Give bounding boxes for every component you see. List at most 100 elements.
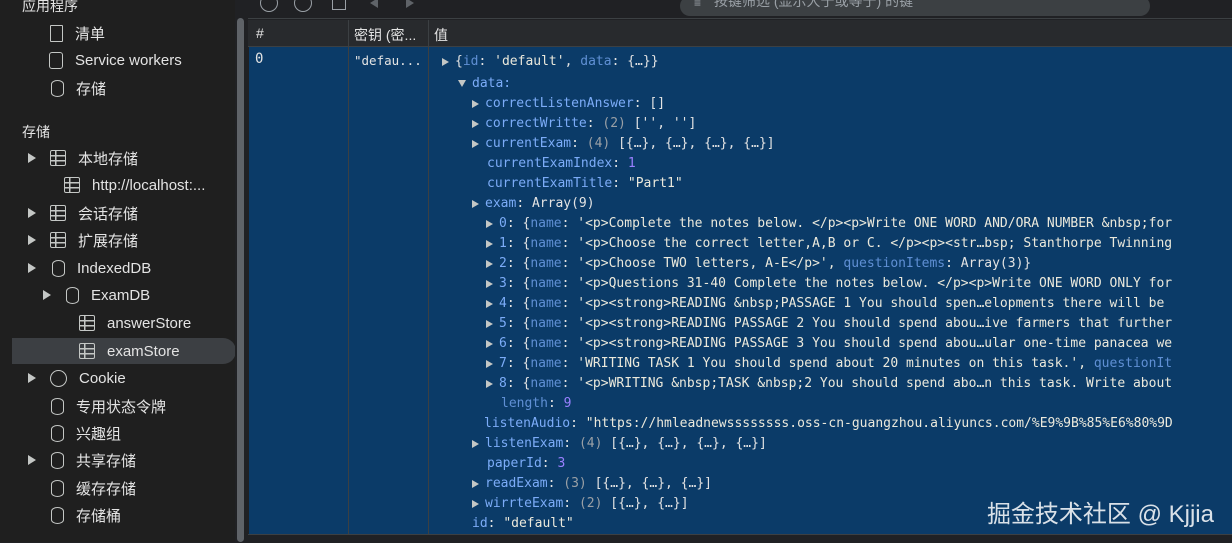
expand-arrow-icon[interactable]	[28, 153, 36, 163]
column-header-num[interactable]: #	[256, 25, 264, 41]
sidebar-item-storage[interactable]: 存储	[0, 75, 235, 101]
watermark: 掘金技术社区 @ Kjjia	[986, 501, 1214, 528]
column-divider[interactable]	[348, 20, 349, 542]
expand-arrow-icon[interactable]	[486, 219, 493, 228]
sidebar-item-shared-storage[interactable]: 共享存储	[0, 447, 235, 473]
key-filter-input[interactable]: ≡ 按键筛选 (显示大于或等于) 的键	[680, 0, 1150, 16]
exam-item[interactable]: 5: {name: '<p><strong>READING PASSAGE 2 …	[486, 314, 1172, 334]
column-header-value[interactable]: 值	[434, 25, 448, 45]
sidebar-item-private-state-tokens[interactable]: 专用状态令牌	[0, 393, 235, 419]
tree-node-current-exam-index: currentExamIndex: 1	[487, 156, 636, 171]
tree-root[interactable]: {id: 'default', data: {…}}	[442, 52, 659, 72]
column-divider[interactable]	[428, 20, 429, 542]
tree-node-current-exam[interactable]: currentExam: (4) [{…}, {…}, {…}, {…}]	[472, 134, 775, 154]
tree-node-data[interactable]: data:	[458, 74, 511, 94]
expand-arrow-icon[interactable]	[486, 359, 493, 368]
expand-arrow-icon[interactable]	[28, 373, 36, 383]
sidebar-item-interest-groups[interactable]: 兴趣组	[0, 420, 235, 446]
sidebar-item-session-storage[interactable]: 会话存储	[0, 200, 235, 226]
cookie-icon	[50, 369, 67, 387]
expand-arrow-icon[interactable]	[28, 455, 36, 465]
sidebar-item-service-workers[interactable]: Service workers	[0, 47, 235, 73]
database-icon	[51, 506, 64, 524]
sidebar-item-indexeddb[interactable]: IndexedDB	[0, 255, 235, 281]
expand-arrow-icon[interactable]	[486, 239, 493, 248]
sidebar-item-cache-storage[interactable]: 缓存存储	[0, 475, 235, 501]
previous-page-icon[interactable]	[370, 0, 378, 8]
storage-section-heading: 存储	[22, 124, 50, 140]
sidebar-item-manifest[interactable]: 清单	[0, 20, 235, 46]
collapse-arrow-icon[interactable]	[458, 80, 466, 87]
sidebar-item-label: 清单	[75, 25, 106, 43]
sidebar-item-label: 兴趣组	[76, 425, 122, 443]
tree-node-wirrte-exam[interactable]: wirrteExam: (2) [{…}, {…}]	[472, 494, 689, 514]
expand-arrow-icon[interactable]	[486, 279, 493, 288]
expand-arrow-icon[interactable]	[472, 439, 479, 448]
refresh-icon[interactable]	[260, 0, 278, 12]
sidebar-item-answerstore[interactable]: answerStore	[0, 310, 235, 336]
exam-item[interactable]: 4: {name: '<p><strong>READING &nbsp;PASS…	[486, 294, 1164, 314]
expand-arrow-icon[interactable]	[486, 299, 493, 308]
expand-arrow-icon[interactable]	[28, 235, 36, 245]
expand-arrow-icon[interactable]	[442, 57, 449, 66]
sidebar-item-examstore[interactable]: examStore	[12, 338, 235, 364]
sidebar-scrollbar-thumb[interactable]	[237, 18, 244, 542]
expand-arrow-icon[interactable]	[472, 99, 479, 108]
tree-node-listen-exam[interactable]: listenExam: (4) [{…}, {…}, {…}, {…}]	[472, 434, 767, 454]
sidebar-item-label: examStore	[107, 342, 180, 360]
exam-length: length: 9	[501, 396, 572, 411]
tree-node-correct-write[interactable]: correctWritte: (2) ['', '']	[472, 114, 696, 134]
table-icon	[79, 315, 95, 331]
database-icon	[51, 424, 64, 442]
expand-arrow-icon[interactable]	[486, 339, 493, 348]
exam-item[interactable]: 0: {name: '<p>Complete the notes below. …	[486, 214, 1172, 234]
sidebar-item-label: ExamDB	[91, 286, 151, 304]
database-icon	[51, 479, 64, 497]
file-icon	[50, 24, 63, 42]
tree-node-correct-listen[interactable]: correctListenAnswer: []	[472, 94, 665, 114]
exam-item[interactable]: 6: {name: '<p><strong>READING PASSAGE 3 …	[486, 334, 1172, 354]
sidebar-item-label: 本地存储	[78, 150, 139, 168]
clear-all-icon[interactable]	[294, 0, 312, 12]
expand-arrow-icon[interactable]	[472, 479, 479, 488]
expand-arrow-icon[interactable]	[486, 379, 493, 388]
sidebar-item-storage-buckets[interactable]: 存储桶	[0, 502, 235, 528]
tree-node-current-exam-title: currentExamTitle: "Part1"	[487, 176, 683, 191]
expand-arrow-icon[interactable]	[486, 259, 493, 268]
tree-node-read-exam[interactable]: readExam: (3) [{…}, {…}, {…}]	[472, 474, 712, 494]
expand-arrow-icon[interactable]	[28, 263, 36, 273]
toolbar: ≡ 按键筛选 (显示大于或等于) 的键	[248, 0, 1232, 19]
expand-arrow-icon[interactable]	[472, 139, 479, 148]
exam-item[interactable]: 2: {name: '<p>Choose TWO letters, A-E</p…	[486, 254, 1031, 274]
sidebar-item-label: 专用状态令牌	[76, 398, 167, 416]
expand-arrow-icon[interactable]	[43, 290, 51, 300]
exam-item[interactable]: 7: {name: 'WRITING TASK 1 You should spe…	[486, 354, 1172, 374]
sidebar-item-local-origin[interactable]: http://localhost:...	[0, 172, 235, 198]
exam-item[interactable]: 1: {name: '<p>Choose the correct letter,…	[486, 234, 1172, 254]
exam-item[interactable]: 8: {name: '<p>WRITING &nbsp;TASK &nbsp;2…	[486, 374, 1172, 394]
expand-arrow-icon[interactable]	[28, 208, 36, 218]
database-icon	[52, 259, 65, 277]
delete-icon[interactable]	[332, 0, 346, 10]
expand-arrow-icon[interactable]	[472, 119, 479, 128]
database-icon	[51, 79, 64, 97]
sidebar-item-label: http://localhost:...	[92, 176, 206, 194]
expand-arrow-icon[interactable]	[472, 499, 479, 508]
sidebar-item-label: 会话存储	[78, 205, 139, 223]
table-icon	[79, 343, 95, 359]
table-header: # 密钥 (密... 值	[248, 20, 1232, 47]
sidebar-item-cookie[interactable]: Cookie	[0, 365, 235, 391]
tree-node-exam[interactable]: exam: Array(9)	[472, 194, 595, 214]
expand-arrow-icon[interactable]	[486, 319, 493, 328]
next-page-icon[interactable]	[406, 0, 414, 8]
column-header-key[interactable]: 密钥 (密...	[354, 25, 426, 45]
sidebar-item-extension-storage[interactable]: 扩展存储	[0, 227, 235, 253]
sidebar-item-examdb[interactable]: ExamDB	[0, 282, 235, 308]
sidebar-item-local-storage[interactable]: 本地存储	[0, 145, 235, 171]
row-key: "defau...	[354, 53, 422, 68]
tree-node-listen-audio: listenAudio: "https://hmleadnewssssssss.…	[484, 416, 1173, 431]
sidebar-item-label: 扩展存储	[78, 232, 139, 250]
exam-item[interactable]: 3: {name: '<p>Questions 31-40 Complete t…	[486, 274, 1172, 294]
expand-arrow-icon[interactable]	[472, 199, 479, 208]
tree-node-paper-id: paperId: 3	[487, 456, 566, 471]
